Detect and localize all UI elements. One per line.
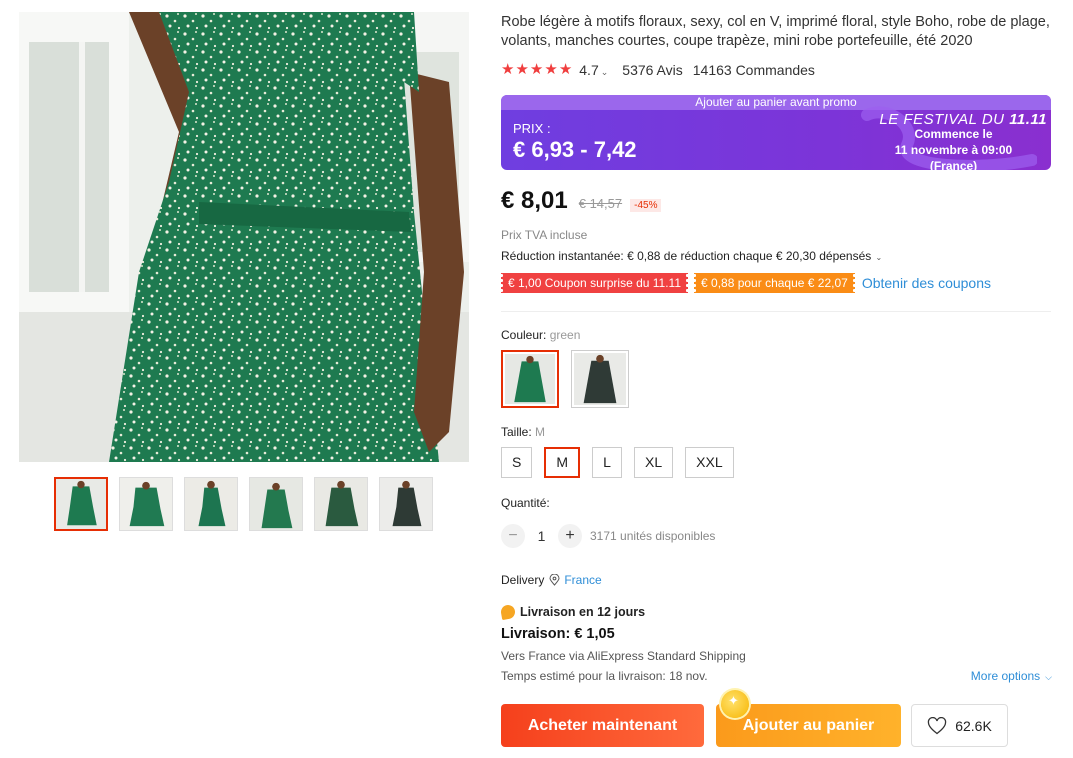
star-icon: ★ xyxy=(529,61,544,78)
more-options-link[interactable]: More options ⌵ xyxy=(971,669,1052,683)
product-title: Robe légère à motifs floraux, sexy, col … xyxy=(501,14,1050,49)
thumbnail-6[interactable] xyxy=(379,477,433,531)
star-icon: ★ xyxy=(501,61,515,78)
heart-icon xyxy=(928,716,947,734)
star-icon: ★ xyxy=(515,61,529,78)
discount-badge: -45% xyxy=(630,199,662,212)
size-option-m[interactable]: M xyxy=(544,447,581,478)
promo-banner[interactable]: Ajouter au panier avant promo PRIX : € 6… xyxy=(501,95,1051,170)
buy-now-button[interactable]: Acheter maintenant xyxy=(501,704,704,747)
shipping-badge: Livraison en 12 jours xyxy=(499,603,645,621)
orders-count: 14163 Commandes xyxy=(692,62,815,78)
thumbnail-4[interactable] xyxy=(249,477,303,531)
quantity-input[interactable]: 1 xyxy=(525,528,558,544)
instant-discount[interactable]: Réduction instantanée: € 0,88 de réducti… xyxy=(501,249,882,263)
delivery-label: Delivery xyxy=(501,573,545,587)
coin-icon xyxy=(721,690,749,718)
decrease-button[interactable]: − xyxy=(501,524,525,548)
increase-button[interactable]: + xyxy=(558,524,582,548)
size-label: Taille: M xyxy=(501,425,546,439)
dress-photo xyxy=(19,12,469,462)
thumbnail-1[interactable] xyxy=(54,477,108,531)
coupon-row: € 1,00 Coupon surprise du 11.11 € 0,88 p… xyxy=(499,273,991,293)
rating-row: ★ ★ ★ ★ ★ 4.7 ⌄ 5376 Avis 14163 Commandes xyxy=(501,62,815,79)
current-price: € 8,01 xyxy=(501,187,568,214)
chevron-down-icon: ⌄ xyxy=(600,67,609,77)
size-option-l[interactable]: L xyxy=(592,447,623,478)
promo-price-label: PRIX : xyxy=(513,121,551,136)
location-pin-icon xyxy=(549,574,560,586)
fast-delivery-icon xyxy=(499,603,517,621)
color-label: Couleur: green xyxy=(501,328,581,342)
festival-badge: LE FESTIVAL DU 11.11 Commence le 11 nove… xyxy=(861,106,1051,170)
reviews-link[interactable]: 5376 Avis xyxy=(622,62,682,78)
star-icon: ★ xyxy=(558,61,573,78)
stock-available: 3171 unités disponibles xyxy=(590,529,716,543)
shipping-estimate: Temps estimé pour la livraison: 18 nov. xyxy=(501,669,708,683)
shipping-method: Vers France via AliExpress Standard Ship… xyxy=(501,649,746,663)
chevron-down-icon: ⌵ xyxy=(1045,672,1052,682)
main-product-image[interactable] xyxy=(19,12,469,462)
color-option-dark[interactable] xyxy=(571,350,629,408)
festival-date: Commence le 11 novembre à 09:00 (France) xyxy=(894,127,1013,170)
coupon-surprise[interactable]: € 1,00 Coupon surprise du 11.11 xyxy=(499,273,690,293)
coupon-store[interactable]: € 0,88 pour chaque € 22,07 xyxy=(693,273,856,293)
wishlist-button[interactable]: 62.6K xyxy=(911,704,1008,747)
price-row: € 8,01 € 14,57 -45% xyxy=(501,187,662,215)
rating-stars: ★ ★ ★ ★ ★ xyxy=(501,62,572,78)
shipping-price: Livraison: € 1,05 xyxy=(501,626,615,642)
quantity-stepper: − 1 + 3171 unités disponibles xyxy=(501,524,715,548)
delivery-row: Delivery France xyxy=(501,573,602,587)
thumbnail-2[interactable] xyxy=(119,477,173,531)
color-options xyxy=(501,350,629,408)
delivery-country-link[interactable]: France xyxy=(564,573,601,587)
rating-dropdown[interactable]: 4.7 ⌄ xyxy=(579,62,608,78)
thumbnail-3[interactable] xyxy=(184,477,238,531)
divider xyxy=(501,311,1051,312)
size-option-xl[interactable]: XL xyxy=(634,447,674,478)
chevron-down-icon: ⌄ xyxy=(873,253,883,262)
thumbnail-strip xyxy=(54,477,433,531)
original-price: € 14,57 xyxy=(578,196,623,211)
star-icon: ★ xyxy=(544,61,558,78)
size-option-xxl[interactable]: XXL xyxy=(685,447,734,478)
size-option-s[interactable]: S xyxy=(501,447,533,478)
get-coupons-link[interactable]: Obtenir des coupons xyxy=(862,275,991,291)
wishlist-count: 62.6K xyxy=(955,717,992,734)
vat-note: Prix TVA incluse xyxy=(501,228,588,242)
thumbnail-5[interactable] xyxy=(314,477,368,531)
promo-price-range: € 6,93 - 7,42 xyxy=(513,137,637,162)
size-options: S M L XL XXL xyxy=(501,447,734,478)
quantity-label: Quantité: xyxy=(501,496,550,510)
color-option-green[interactable] xyxy=(501,350,559,408)
